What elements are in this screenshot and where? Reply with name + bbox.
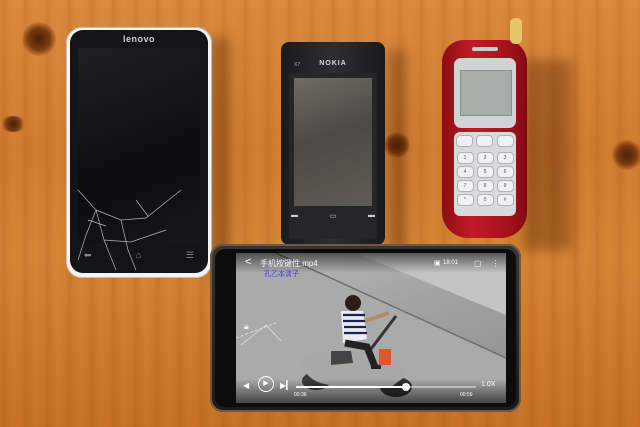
- more-vert-icon[interactable]: ⋮: [492, 259, 506, 268]
- home-key-icon: ⌂: [136, 250, 142, 260]
- seek-bar[interactable]: [296, 383, 476, 391]
- lock-icon[interactable]: 🔒︎: [244, 321, 249, 332]
- smartphone-bezel: < 手机按键性.mp4 孔乙本清子 ▣ 18:01 ▢⋮ 🔒︎ ◀ ▶ ▶▎ 0…: [215, 249, 516, 407]
- video-title: 手机按键性.mp4: [260, 259, 318, 268]
- wood-knot: [612, 140, 640, 170]
- smartphone: < 手机按键性.mp4 孔乙本清子 ▣ 18:01 ▢⋮ 🔒︎ ◀ ▶ ▶▎ 0…: [210, 244, 521, 412]
- key-8: 8: [476, 180, 494, 192]
- previous-icon[interactable]: ◀: [243, 381, 249, 390]
- key-star: *: [456, 194, 474, 206]
- key-hash: #: [496, 194, 514, 206]
- key-6: 6: [496, 166, 514, 178]
- call-key-icon: ▬: [291, 212, 298, 219]
- next-icon[interactable]: ▶▎: [280, 381, 292, 390]
- back-key-icon: ⬅: [84, 250, 92, 260]
- seek-bar-progress: [296, 386, 406, 388]
- wood-knot: [0, 116, 26, 132]
- phone-shadow: [210, 38, 230, 278]
- end-key-icon: ▬: [368, 212, 375, 219]
- soft-key: [497, 135, 515, 147]
- pip-icon[interactable]: ▣: [434, 259, 441, 267]
- antenna: [510, 18, 522, 44]
- nokia-x7-phone: X7 NOKIA ▬ ▭ ▬: [281, 42, 385, 245]
- duration: 00:59: [460, 392, 473, 398]
- play-button[interactable]: ▶: [258, 376, 274, 392]
- toolbar-icons: ▢⋮: [474, 259, 506, 268]
- red-phone-display: [454, 58, 516, 128]
- nokia-logo: NOKIA: [319, 60, 347, 67]
- keypad: 1 2 3 4 5 6 7 8 9 * 0 #: [454, 132, 516, 216]
- phone-shadow: [522, 60, 572, 250]
- key-1: 1: [456, 152, 474, 164]
- key-9: 9: [496, 180, 514, 192]
- video-overlay-text: 孔乙本清子: [264, 271, 299, 278]
- number-keys: 1 2 3 4 5 6 7 8 9 * 0 #: [454, 147, 516, 206]
- lenovo-soft-keys: ⬅ ⌂ ☰: [84, 250, 194, 261]
- wood-knot: [22, 22, 56, 56]
- key-2: 2: [476, 152, 494, 164]
- lenovo-phone: lenovo ⬅ ⌂ ☰: [66, 27, 212, 278]
- status-clock: 18:01: [443, 260, 459, 266]
- menu-key-icon: ▭: [329, 213, 337, 220]
- nokia-keys: ▬ ▭ ▬: [291, 212, 375, 220]
- seek-bar-thumb[interactable]: [401, 383, 410, 391]
- key-0: 0: [476, 194, 494, 206]
- soft-key: [455, 135, 473, 147]
- current-time: 00:36: [294, 392, 307, 398]
- lcd-screen: [460, 70, 512, 116]
- key-5: 5: [476, 166, 494, 178]
- nokia-glass: [294, 78, 372, 206]
- earpiece: [472, 47, 498, 51]
- lenovo-face: lenovo ⬅ ⌂ ☰: [70, 30, 208, 273]
- playback-controls: ◀ ▶ ▶▎ 00:36 00:59 1.0X: [236, 376, 506, 403]
- back-icon[interactable]: <: [245, 256, 251, 268]
- key-7: 7: [456, 180, 474, 192]
- video-player[interactable]: < 手机按键性.mp4 孔乙本清子 ▣ 18:01 ▢⋮ 🔒︎ ◀ ▶ ▶▎ 0…: [236, 253, 506, 403]
- speed-button[interactable]: 1.0X: [481, 381, 495, 388]
- phone-shadow: [388, 50, 406, 250]
- red-candybar-phone: 1 2 3 4 5 6 7 8 9 * 0 #: [442, 18, 527, 238]
- nav-row: [454, 132, 516, 147]
- key-3: 3: [496, 152, 514, 164]
- menu-key-icon: ☰: [185, 250, 194, 260]
- lenovo-logo: lenovo: [122, 34, 155, 44]
- screen-icon[interactable]: ▢: [474, 259, 492, 268]
- key-4: 4: [456, 166, 474, 178]
- nav-key: [476, 135, 494, 147]
